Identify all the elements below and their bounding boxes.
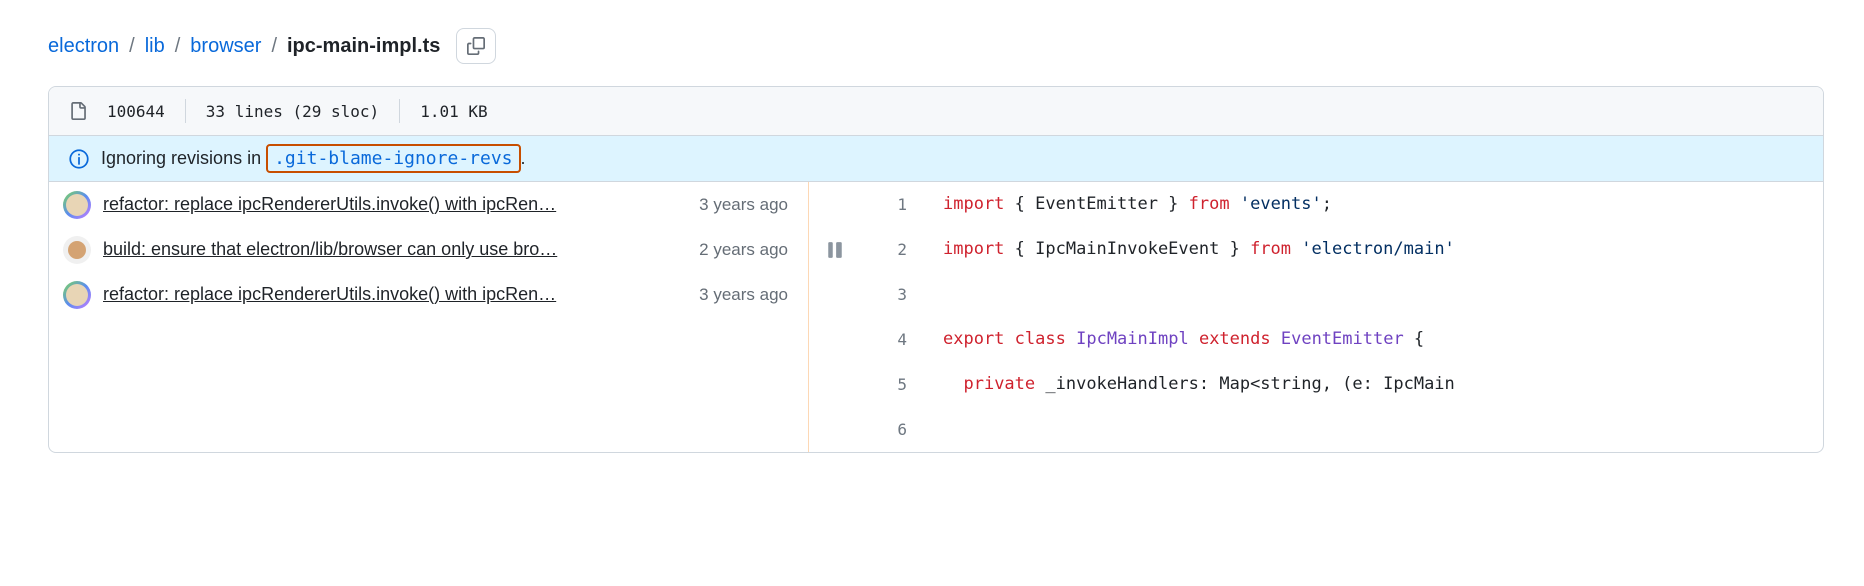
gutter-cell [809,407,861,452]
breadcrumb-sep: / [271,35,277,58]
gutter-cell [809,317,861,362]
breadcrumb-link-lib[interactable]: lib [145,35,165,58]
code-line: export class IpcMainImpl extends EventEm… [929,317,1823,362]
code-line [929,272,1823,317]
file-line-count: 33 lines (29 sloc) [206,102,379,121]
file-mode: 100644 [107,102,165,121]
banner-prefix: Ignoring revisions in [101,148,266,168]
divider [185,99,186,123]
commit-message-link[interactable]: build: ensure that electron/lib/browser … [103,239,687,260]
line-number-column: 123456 [861,182,929,452]
avatar[interactable] [63,191,91,219]
line-number[interactable]: 3 [861,272,929,317]
avatar[interactable] [63,236,91,264]
gutter-cell [809,272,861,317]
breadcrumb-link-electron[interactable]: electron [48,35,119,58]
commit-time: 3 years ago [699,195,788,215]
copy-icon [467,37,485,55]
breadcrumb: electron / lib / browser / ipc-main-impl… [48,28,1824,64]
code-line: import { EventEmitter } from 'events'; [929,182,1823,227]
code-line: import { IpcMainInvokeEvent } from 'elec… [929,227,1823,272]
breadcrumb-current: ipc-main-impl.ts [287,35,440,58]
code-line [929,407,1823,452]
ignore-revs-banner: Ignoring revisions in .git-blame-ignore-… [49,136,1823,182]
gutter-cell [809,182,861,227]
commit-message-link[interactable]: refactor: replace ipcRendererUtils.invok… [103,284,687,305]
blame-row: build: ensure that electron/lib/browser … [49,227,808,272]
banner-suffix: . [521,148,526,168]
gutter-cell [809,227,861,272]
breadcrumb-link-browser[interactable]: browser [190,35,261,58]
blame-code-column: 123456 import { EventEmitter } from 'eve… [809,182,1823,452]
breadcrumb-sep: / [129,35,135,58]
banner-text: Ignoring revisions in .git-blame-ignore-… [101,148,526,169]
avatar[interactable] [63,281,91,309]
blame-row: refactor: replace ipcRendererUtils.invok… [49,182,808,227]
file-icon [69,102,87,120]
code-column: import { EventEmitter } from 'events';im… [929,182,1823,452]
blame-commits-column: refactor: replace ipcRendererUtils.invok… [49,182,809,452]
file-header: 100644 33 lines (29 sloc) 1.01 KB [49,87,1823,136]
blame-row: refactor: replace ipcRendererUtils.invok… [49,272,808,317]
commit-time: 3 years ago [699,285,788,305]
line-number[interactable]: 6 [861,407,929,452]
file-panel: 100644 33 lines (29 sloc) 1.01 KB Ignori… [48,86,1824,453]
line-number[interactable]: 1 [861,182,929,227]
line-number[interactable]: 4 [861,317,929,362]
commit-message-link[interactable]: refactor: replace ipcRendererUtils.invok… [103,194,687,215]
divider [399,99,400,123]
ignore-revs-link[interactable]: .git-blame-ignore-revs [266,144,520,173]
reblame-icon[interactable] [826,241,844,259]
gutter-cell [809,362,861,407]
line-number[interactable]: 2 [861,227,929,272]
blame-body: refactor: replace ipcRendererUtils.invok… [49,182,1823,452]
reblame-gutter [809,182,861,452]
copy-path-button[interactable] [456,28,496,64]
commit-time: 2 years ago [699,240,788,260]
line-number[interactable]: 5 [861,362,929,407]
breadcrumb-sep: / [175,35,181,58]
file-size: 1.01 KB [420,102,487,121]
info-icon [69,149,89,169]
code-line: private _invokeHandlers: Map<string, (e:… [929,362,1823,407]
